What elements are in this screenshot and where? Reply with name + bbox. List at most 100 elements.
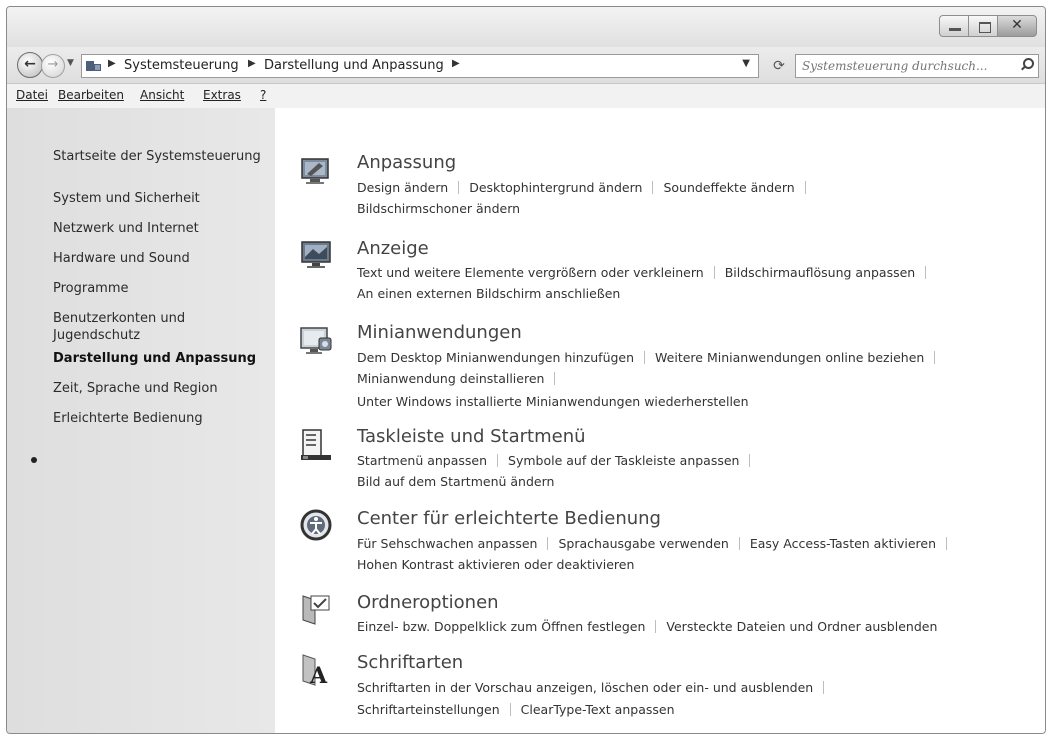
sidebar-item-clock-language[interactable]: Zeit, Sprache und Region [53, 380, 218, 398]
category-links-taskleiste: Startmenü anpassen Symbole auf der Taskle… [357, 453, 760, 468]
minimize-icon [949, 28, 961, 31]
menu-help[interactable]: ? [260, 88, 266, 102]
control-panel-icon [86, 59, 102, 73]
category-links-minianwendungen-row3: Unter Windows installierte Minianwendung… [357, 394, 749, 409]
display-icon[interactable] [299, 238, 333, 272]
active-item-bullet-icon [31, 457, 37, 463]
minimize-button[interactable] [939, 15, 969, 37]
link-text-vergroessern[interactable]: Text und weitere Elemente vergrößern ode… [357, 265, 704, 280]
search-input[interactable] [802, 57, 1008, 75]
menu-bearbeiten[interactable]: Bearbeiten [58, 88, 124, 102]
category-links-erleichterte-bedienung: Für Sehschwachen anpassen Sprachausgabe v… [357, 536, 957, 551]
menu-datei[interactable]: Datei [16, 88, 48, 102]
category-links-ordneroptionen: Einzel- bzw. Doppelklick zum Öffnen fest… [357, 619, 937, 634]
taskbar-icon[interactable] [299, 428, 333, 462]
category-title-taskleiste[interactable]: Taskleiste und Startmenü [357, 426, 586, 447]
link-design-aendern[interactable]: Design ändern [357, 180, 448, 195]
link-easy-access-tasten[interactable]: Easy Access-Tasten aktivieren [750, 536, 936, 551]
link-bildschirmschoner-aendern[interactable]: Bildschirmschoner ändern [357, 201, 520, 216]
category-title-schriftarten[interactable]: Schriftarten [357, 652, 463, 673]
menu-ansicht[interactable]: Ansicht [140, 88, 184, 102]
folder-options-icon[interactable] [299, 592, 333, 626]
link-separator [509, 703, 511, 716]
link-desktophintergrund-aendern[interactable]: Desktophintergrund ändern [469, 180, 642, 195]
link-separator [547, 537, 549, 550]
sidebar-item-user-accounts[interactable]: Benutzerkonten und [53, 310, 185, 328]
refresh-icon: ⟳ [773, 58, 785, 74]
address-dropdown-icon[interactable]: ▼ [742, 58, 750, 69]
link-schriftarteinstellungen[interactable]: Schriftarteinstellungen [357, 702, 500, 717]
link-separator [749, 454, 751, 467]
link-hohen-kontrast[interactable]: Hohen Kontrast aktivieren oder deaktivie… [357, 557, 634, 572]
forward-button[interactable]: → [41, 54, 65, 78]
category-links-minianwendungen: Dem Desktop Minianwendungen hinzufügen We… [357, 350, 945, 365]
link-bild-startmenue[interactable]: Bild auf dem Startmenü ändern [357, 474, 554, 489]
link-minianwendungen-wiederherstellen[interactable]: Unter Windows installierte Minianwendung… [357, 394, 749, 409]
ease-of-access-icon[interactable] [299, 508, 333, 542]
link-sprachausgabe[interactable]: Sprachausgabe verwenden [558, 536, 728, 551]
link-versteckte-dateien[interactable]: Versteckte Dateien und Ordner ausblenden [666, 619, 937, 634]
link-separator [497, 454, 499, 467]
category-links-schriftarten-row2: Schriftarteinstellungen ClearType-Text an… [357, 702, 675, 717]
sidebar-item-user-accounts-line2[interactable]: Jugendschutz [53, 327, 140, 345]
link-startmenue-anpassen[interactable]: Startmenü anpassen [357, 453, 487, 468]
link-fuer-sehschwachen[interactable]: Für Sehschwachen anpassen [357, 536, 537, 551]
back-button[interactable]: ← [17, 52, 43, 78]
breadcrumb-darstellung[interactable]: Darstellung und Anpassung [264, 58, 444, 73]
sidebar-item-programs[interactable]: Programme [53, 280, 129, 298]
link-separator [655, 620, 657, 633]
category-title-minianwendungen[interactable]: Minianwendungen [357, 322, 522, 343]
category-links-anzeige-row2: An einen externen Bildschirm anschließen [357, 286, 620, 301]
category-links-erleichterte-bedienung-row2: Hohen Kontrast aktivieren oder deaktivie… [357, 557, 634, 572]
breadcrumb-systemsteuerung[interactable]: Systemsteuerung [124, 58, 239, 73]
category-title-center-erleichterte-bedienung[interactable]: Center für erleichterte Bedienung [357, 508, 661, 529]
fonts-icon[interactable]: A [299, 652, 333, 686]
recent-pages-dropdown[interactable]: ▼ [67, 58, 74, 68]
sidebar: Startseite der Systemsteuerung System un… [7, 108, 275, 733]
back-arrow-icon: ← [24, 56, 36, 72]
category-links-minianwendungen-row2: Minianwendung deinstallieren [357, 371, 565, 386]
sidebar-item-appearance[interactable]: Darstellung und Anpassung [53, 350, 256, 368]
sidebar-item-hardware-sound[interactable]: Hardware und Sound [53, 250, 190, 268]
link-separator [554, 372, 556, 385]
link-minianwendung-deinstallieren[interactable]: Minianwendung deinstallieren [357, 371, 544, 386]
link-schriftarten-vorschau[interactable]: Schriftarten in der Vorschau anzeigen, l… [357, 680, 813, 695]
link-separator [925, 266, 927, 279]
link-separator [713, 266, 715, 279]
main-content: Anpassung Design ändern Desktophintergrun… [275, 108, 1045, 733]
link-symbole-taskleiste[interactable]: Symbole auf der Taskleiste anpassen [508, 453, 739, 468]
breadcrumb-separator-icon[interactable]: ▶ [248, 58, 256, 69]
close-icon: ✕ [1011, 17, 1023, 33]
link-cleartype-text[interactable]: ClearType-Text anpassen [521, 702, 675, 717]
link-minianwendungen-online[interactable]: Weitere Minianwendungen online beziehen [655, 350, 924, 365]
link-einzel-doppelklick[interactable]: Einzel- bzw. Doppelklick zum Öffnen fest… [357, 619, 645, 634]
category-title-anzeige[interactable]: Anzeige [357, 238, 429, 259]
link-bildschirmaufloesung[interactable]: Bildschirmauflösung anpassen [725, 265, 916, 280]
refresh-button[interactable]: ⟳ [767, 54, 791, 78]
search-icon[interactable] [1021, 58, 1034, 71]
category-title-anpassung[interactable]: Anpassung [357, 152, 456, 173]
link-separator [644, 351, 646, 364]
breadcrumb-separator-icon[interactable]: ▶ [108, 58, 116, 69]
sidebar-item-system-security[interactable]: System und Sicherheit [53, 190, 200, 208]
link-separator [738, 537, 740, 550]
personalization-icon[interactable] [299, 154, 333, 188]
maximize-button[interactable] [968, 15, 998, 37]
close-button[interactable]: ✕ [997, 15, 1037, 37]
menu-extras[interactable]: Extras [203, 88, 241, 102]
category-links-taskleiste-row2: Bild auf dem Startmenü ändern [357, 474, 554, 489]
sidebar-item-network-internet[interactable]: Netzwerk und Internet [53, 220, 199, 238]
link-separator [804, 181, 806, 194]
category-title-ordneroptionen[interactable]: Ordneroptionen [357, 592, 499, 613]
gadgets-icon[interactable] [299, 324, 333, 358]
link-externen-bildschirm[interactable]: An einen externen Bildschirm anschließen [357, 286, 620, 301]
title-bar: ✕ [7, 7, 1045, 47]
svg-text:A: A [309, 663, 328, 686]
link-minianwendungen-hinzufuegen[interactable]: Dem Desktop Minianwendungen hinzufügen [357, 350, 634, 365]
sidebar-item-home[interactable]: Startseite der Systemsteuerung [53, 148, 261, 166]
breadcrumb-separator-icon[interactable]: ▶ [452, 58, 460, 69]
control-panel-window: ✕ ← → ▼ ▶ Systemsteuerung ▶ Darstellung … [6, 6, 1046, 734]
address-bar[interactable]: ▶ Systemsteuerung ▶ Darstellung und Anpa… [81, 54, 759, 78]
sidebar-item-ease-of-access[interactable]: Erleichterte Bedienung [53, 410, 203, 428]
link-soundeffekte-aendern[interactable]: Soundeffekte ändern [663, 180, 794, 195]
